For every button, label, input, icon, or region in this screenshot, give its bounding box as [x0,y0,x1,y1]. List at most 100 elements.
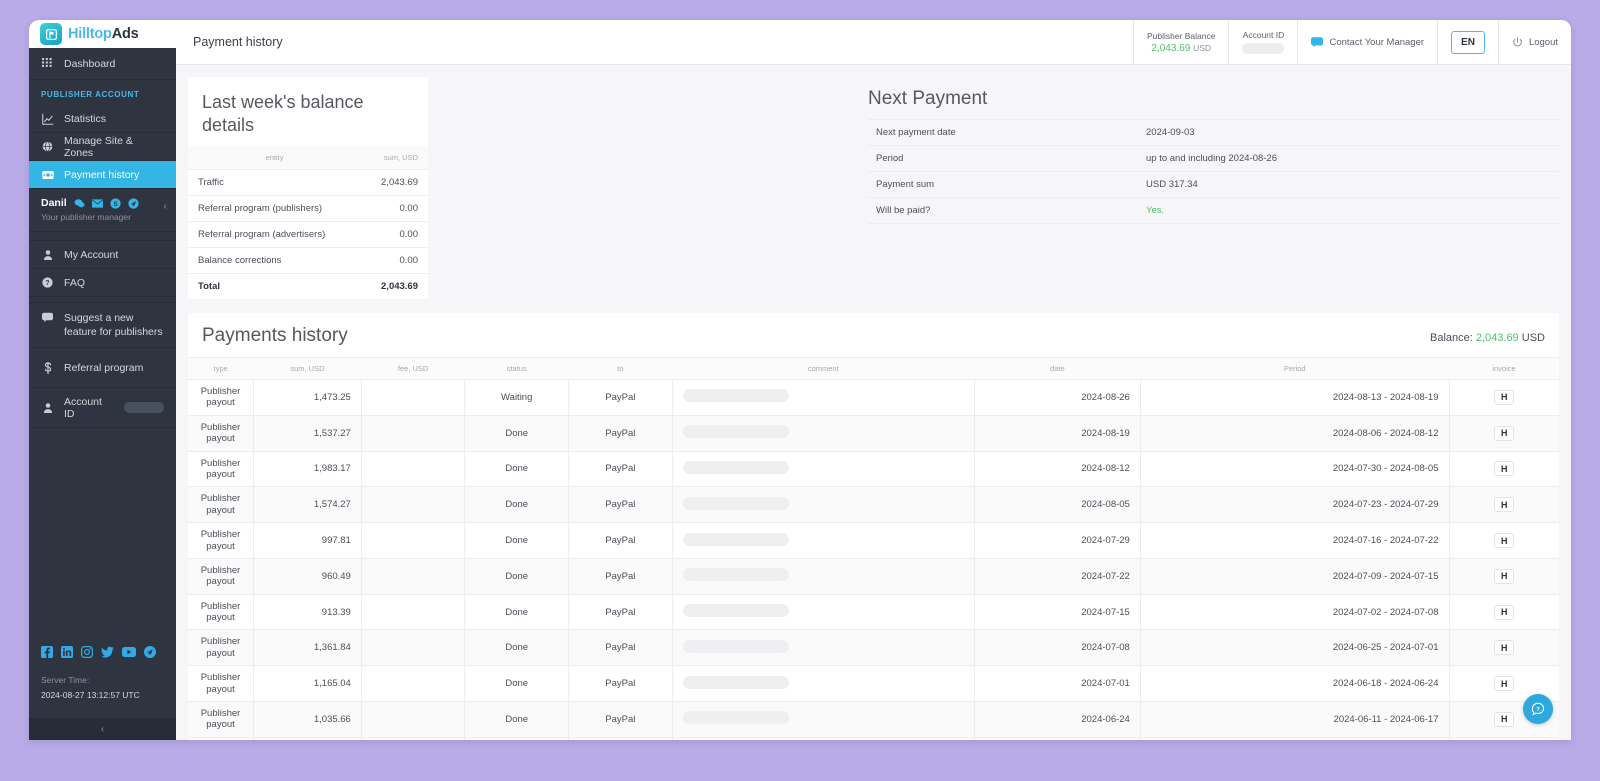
save-invoice-icon[interactable]: H [1494,389,1515,405]
help-chat-button[interactable]: ? [1523,694,1553,724]
language-button[interactable]: EN [1451,30,1485,54]
content-scroll-area: Last week's balance details entity sum, … [176,65,1571,740]
table-row: Next payment date 2024-09-03 [868,118,1559,146]
cell-type: Publisher payout [188,522,255,559]
instagram-icon[interactable] [81,646,93,658]
cell-to: PayPal [568,737,673,740]
cell-sum: 1,035.66 [253,701,362,738]
sidebar-collapse-button[interactable]: ‹ [29,718,176,740]
next-payment-key: Will be paid? [868,197,1138,224]
comment-masked [682,532,789,546]
save-invoice-icon[interactable]: H [1494,533,1515,549]
language-cell: EN [1437,20,1498,65]
col-header-date[interactable]: date [974,357,1141,380]
save-invoice-icon[interactable]: H [1494,711,1515,727]
cell-comment [672,701,975,738]
card-icon [41,169,54,181]
envelope-icon[interactable] [91,198,103,209]
cell-date: 2024-07-29 [974,522,1141,559]
sidebar-item-faq[interactable]: ? FAQ [29,269,176,297]
sidebar-item-payment-history[interactable]: Payment history [29,161,176,189]
telegram-icon[interactable] [144,646,156,658]
col-header-period[interactable]: Period [1140,357,1449,380]
sidebar-item-dashboard[interactable]: Dashboard [29,48,176,80]
save-invoice-icon[interactable]: H [1494,676,1515,692]
cell-period: 2024-08-06 - 2024-08-12 [1140,415,1450,452]
sidebar-item-referral-program[interactable]: Referral program [29,348,176,389]
cell-to: PayPal [568,451,673,488]
page-title: Payment history [193,35,283,49]
cell-status: Done [464,629,569,667]
balance-card-body: Last week's balance details entity sum, … [188,77,428,299]
col-header-type[interactable]: type [188,357,254,380]
balance-row-sum: 0.00 [361,195,428,222]
table-row: Period up to and including 2024-08-26 [868,145,1559,172]
col-header-fee[interactable]: fee, USD [361,357,465,380]
sidebar-item-statistics[interactable]: Statistics [29,105,176,133]
user-icon [41,249,54,260]
cell-invoice: H [1449,522,1559,559]
telegram-icon[interactable] [128,197,139,209]
save-invoice-icon[interactable]: H [1494,568,1515,584]
manager-block: Danil S ‹ Your publisher manager [29,189,176,232]
speech-bubble-icon [41,312,54,323]
save-invoice-icon[interactable]: H [1494,497,1515,513]
save-invoice-icon[interactable]: H [1494,604,1515,620]
logout-button[interactable]: Logout [1497,20,1571,65]
balance-row-entity: Referral program (advertisers) [188,221,362,248]
col-header-comment[interactable]: comment [672,357,975,380]
balance-total-label: Total [198,281,220,292]
col-header-invoice[interactable]: invoice [1449,357,1559,380]
twitter-icon[interactable] [101,646,114,658]
cell-sum: 913.39 [253,594,362,631]
sidebar-item-manage-site-zones[interactable]: Manage Site & Zones [29,133,176,161]
cell-sum: 1,473.25 [253,379,362,416]
linkedin-icon[interactable] [61,646,73,658]
cell-period: 2024-07-30 - 2024-08-05 [1140,451,1450,488]
save-invoice-icon[interactable]: H [1494,640,1515,656]
cell-status: Done [464,665,569,703]
balance-table-body: Traffic 2,043.69 Referral program (publi… [188,169,428,300]
sidebar-item-label: Suggest a new feature for publishers [64,312,163,339]
balance-row-entity: Traffic [188,169,362,196]
top-panels: Last week's balance details entity sum, … [188,77,1559,299]
cell-fee [361,486,466,524]
cell-type: Publisher payout [188,415,255,452]
cell-sum: 1,361.84 [253,629,362,667]
cell-status: Done [464,451,569,488]
cell-type: Publisher payout [188,629,255,667]
skype-icon[interactable]: S [110,197,121,209]
balance-row-sum: 0.00 [361,221,428,248]
col-header-sum[interactable]: sum, USD [253,357,362,380]
publisher-balance-cell: Publisher Balance 2,043.69 USD [1132,20,1229,65]
balance-table: entity sum, USD Traffic 2,043.69 Referra… [188,146,428,299]
balance-header-entity: entity [188,146,362,170]
col-header-to[interactable]: to [568,357,673,380]
youtube-icon[interactable] [122,646,136,658]
cell-date: 2024-07-08 [974,629,1141,667]
facebook-icon[interactable] [41,646,53,658]
sidebar-item-account-id[interactable]: Account ID [29,388,176,429]
table-row: Publisher payout 997.81 Done PayPal 2024-07-… [188,522,1559,559]
cell-comment [672,629,975,667]
save-invoice-icon[interactable]: H [1494,461,1515,477]
chart-line-icon [41,113,54,125]
save-invoice-icon[interactable]: H [1494,425,1515,441]
balance-row-sum: 0.00 [361,247,428,274]
cell-date: 2024-08-05 [974,486,1141,524]
sidebar-item-suggest-feature[interactable]: Suggest a new feature for publishers [29,303,176,349]
manager-name: Danil [41,197,67,209]
chat-icon[interactable] [74,198,85,209]
logo-text: HilltopAds [68,26,139,42]
table-row: Referral program (publishers) 0.00 [188,195,428,222]
next-payment-value: Yes. [1138,197,1559,224]
contact-manager-button[interactable]: Contact Your Manager [1297,20,1437,65]
col-header-status[interactable]: status [464,357,569,380]
logo[interactable]: HilltopAds [29,20,176,48]
cell-to: PayPal [568,701,673,738]
sidebar-collapse-caret-icon[interactable]: ‹ [164,201,167,212]
social-links [41,646,156,658]
sidebar-item-my-account[interactable]: My Account [29,241,176,269]
svg-text:?: ? [1536,707,1540,713]
server-time-label: Server Time: [41,675,90,686]
